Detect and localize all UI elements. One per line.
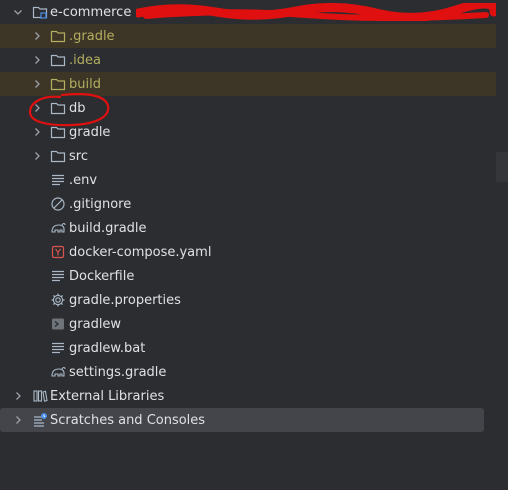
tree-root-e-commerce[interactable]: e-commerce <box>0 0 496 24</box>
folder-icon <box>50 52 66 68</box>
tree-item-build-folder[interactable]: build <box>0 72 496 96</box>
chevron-right-icon[interactable] <box>12 390 24 402</box>
ignore-file-icon <box>50 196 66 212</box>
tree-item-gradlew-bat-file[interactable]: gradlew.bat <box>0 336 496 360</box>
tree-item-label: Scratches and Consoles <box>50 412 206 428</box>
tree-item-docker-compose-file[interactable]: docker-compose.yaml <box>0 240 496 264</box>
tree-item-gradlew-file[interactable]: gradlew <box>0 312 496 336</box>
tree-item-scratches-and-consoles[interactable]: Scratches and Consoles <box>0 408 484 432</box>
chevron-right-icon[interactable] <box>31 30 43 42</box>
gradle-elephant-icon <box>50 364 66 380</box>
tree-item-label: .env <box>69 172 98 188</box>
folder-icon <box>50 124 66 140</box>
folder-icon <box>50 100 66 116</box>
library-icon <box>32 388 48 404</box>
folder-icon <box>50 148 66 164</box>
vertical-scrollbar[interactable] <box>496 0 508 490</box>
redaction-scribble <box>136 3 496 21</box>
folder-icon <box>50 28 66 44</box>
tree-item-external-libraries[interactable]: External Libraries <box>0 384 496 408</box>
tree-item-label: gradlew.bat <box>69 340 146 356</box>
tree-item-label: docker-compose.yaml <box>69 244 212 260</box>
tree-item-gitignore-file[interactable]: .gitignore <box>0 192 496 216</box>
chevron-right-icon[interactable] <box>31 102 43 114</box>
tree-item-gradle-properties-file[interactable]: gradle.properties <box>0 288 496 312</box>
tree-item-label: build <box>69 76 101 92</box>
gear-icon <box>50 292 66 308</box>
tree-item-dockerfile[interactable]: Dockerfile <box>0 264 496 288</box>
tree-item-label: db <box>69 100 86 116</box>
text-file-icon <box>50 268 66 284</box>
chevron-right-icon[interactable] <box>31 54 43 66</box>
chevron-right-icon[interactable] <box>31 126 43 138</box>
tree-root-label: e-commerce <box>50 4 132 20</box>
scratches-icon <box>32 412 48 428</box>
tree-item-src-folder[interactable]: src <box>0 144 496 168</box>
tree-item-label: Dockerfile <box>69 268 135 284</box>
project-module-icon <box>32 4 48 20</box>
tree-item-env-file[interactable]: .env <box>0 168 496 192</box>
yaml-file-icon <box>50 244 66 260</box>
tree-item-idea-folder[interactable]: .idea <box>0 48 496 72</box>
tree-item-label: build.gradle <box>69 220 147 236</box>
tree-item-build-gradle-file[interactable]: build.gradle <box>0 216 496 240</box>
tree-item-label: gradle <box>69 124 111 140</box>
tree-item-label: .gradle <box>69 28 115 44</box>
tree-item-gradle-folder[interactable]: gradle <box>0 120 496 144</box>
tree-item-label: gradlew <box>69 316 122 332</box>
gradle-elephant-icon <box>50 220 66 236</box>
tree-item-db-folder[interactable]: db <box>0 96 496 120</box>
tree-item-label: gradle.properties <box>69 292 181 308</box>
tree-item-gradle-dot-folder[interactable]: .gradle <box>0 24 496 48</box>
shell-script-icon <box>50 316 66 332</box>
tree-item-label: .gitignore <box>69 196 132 212</box>
project-tree: e-commerce .gradle .idea build db gradle <box>0 0 496 432</box>
scrollbar-thumb[interactable] <box>496 152 508 182</box>
folder-icon <box>50 76 66 92</box>
chevron-right-icon[interactable] <box>31 150 43 162</box>
chevron-down-icon[interactable] <box>12 6 24 18</box>
text-file-icon <box>50 340 66 356</box>
tree-item-label: .idea <box>69 52 101 68</box>
tree-item-settings-gradle-file[interactable]: settings.gradle <box>0 360 496 384</box>
tree-item-label: External Libraries <box>50 388 165 404</box>
chevron-right-icon[interactable] <box>31 78 43 90</box>
text-file-icon <box>50 172 66 188</box>
tree-item-label: src <box>69 148 88 164</box>
chevron-right-icon[interactable] <box>12 414 24 426</box>
tree-item-label: settings.gradle <box>69 364 167 380</box>
